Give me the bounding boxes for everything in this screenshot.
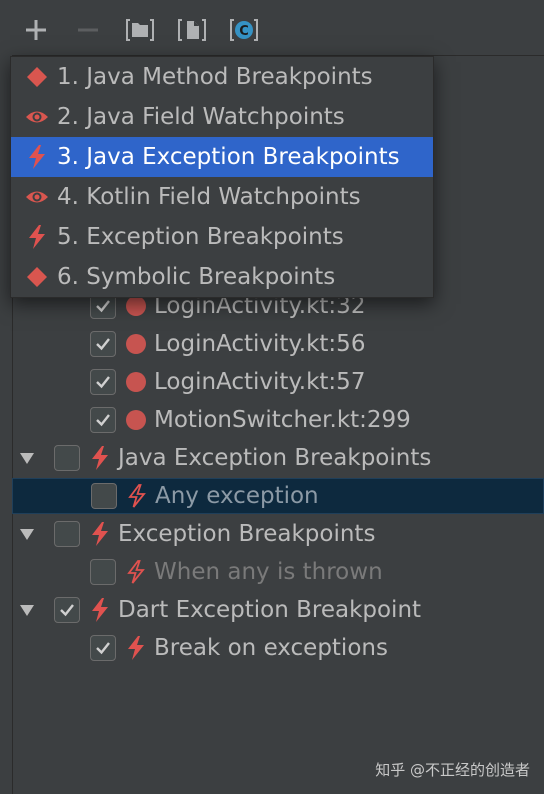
tree-row-break-on-exceptions[interactable]: Break on exceptions: [12, 630, 544, 666]
lightning-outline-icon: [125, 484, 149, 508]
group-label: Exception Breakpoints: [118, 521, 376, 547]
menu-item-label: 2. Java Field Watchpoints: [57, 104, 345, 130]
folder-icon[interactable]: [124, 14, 156, 46]
menu-item-java-field-watchpoints[interactable]: 2. Java Field Watchpoints: [11, 97, 433, 137]
menu-item-symbolic-breakpoints[interactable]: 6. Symbolic Breakpoints: [11, 257, 433, 297]
lightning-icon: [25, 225, 49, 249]
breakpoint-label: Break on exceptions: [154, 635, 388, 661]
eye-icon: [25, 185, 49, 209]
add-breakpoint-popup: 1. Java Method Breakpoints 2. Java Field…: [10, 56, 434, 298]
tree-row-any-exception[interactable]: Any exception: [12, 478, 544, 514]
menu-item-label: 6. Symbolic Breakpoints: [57, 264, 336, 290]
breakpoint-label: MotionSwitcher.kt:299: [154, 407, 411, 433]
breakpoints-window: C LoginActivity.kt:32 LoginActivity.kt:5…: [0, 0, 544, 794]
breakpoint-label: LoginActivity.kt:57: [154, 369, 366, 395]
lightning-icon: [25, 145, 49, 169]
checkbox[interactable]: [54, 521, 80, 547]
checkbox[interactable]: [91, 483, 117, 509]
expand-arrow-icon[interactable]: [18, 601, 36, 619]
watermark: 知乎 @不正经的创造者: [375, 761, 530, 779]
breakpoints-toolbar: C: [0, 0, 544, 56]
menu-item-label: 3. Java Exception Breakpoints: [57, 144, 400, 170]
remove-icon[interactable]: [72, 14, 104, 46]
tree-row-line-breakpoint[interactable]: LoginActivity.kt:57: [12, 364, 544, 400]
menu-item-java-exception-breakpoints[interactable]: 3. Java Exception Breakpoints: [11, 137, 433, 177]
breakpoint-dot-icon: [124, 408, 148, 432]
svg-text:C: C: [239, 24, 249, 39]
menu-item-java-method-breakpoints[interactable]: 1. Java Method Breakpoints: [11, 57, 433, 97]
breakpoint-label: LoginActivity.kt:56: [154, 331, 366, 357]
breakpoint-label: When any is thrown: [154, 559, 383, 585]
menu-item-label: 1. Java Method Breakpoints: [57, 64, 373, 90]
checkbox[interactable]: [54, 597, 80, 623]
checkbox[interactable]: [54, 445, 80, 471]
lightning-icon: [88, 522, 112, 546]
tree-row-line-breakpoint[interactable]: LoginActivity.kt:56: [12, 326, 544, 362]
menu-item-exception-breakpoints[interactable]: 5. Exception Breakpoints: [11, 217, 433, 257]
group-label: Dart Exception Breakpoint: [118, 597, 422, 623]
checkbox[interactable]: [90, 635, 116, 661]
lightning-outline-icon: [124, 560, 148, 584]
tree-row-line-breakpoint[interactable]: MotionSwitcher.kt:299: [12, 402, 544, 438]
breakpoint-label: Any exception: [155, 483, 319, 509]
checkbox[interactable]: [90, 331, 116, 357]
lightning-icon: [88, 598, 112, 622]
tree-row-exception-group[interactable]: Exception Breakpoints: [12, 516, 544, 552]
tree-row-when-any-thrown[interactable]: When any is thrown: [12, 554, 544, 590]
checkbox[interactable]: [90, 559, 116, 585]
tree-row-java-exception-group[interactable]: Java Exception Breakpoints: [12, 440, 544, 476]
add-icon[interactable]: [20, 14, 52, 46]
menu-item-kotlin-field-watchpoints[interactable]: 4. Kotlin Field Watchpoints: [11, 177, 433, 217]
menu-item-label: 5. Exception Breakpoints: [57, 224, 344, 250]
lightning-icon: [88, 446, 112, 470]
breakpoint-dot-icon: [124, 332, 148, 356]
diamond-icon: [25, 265, 49, 289]
group-label: Java Exception Breakpoints: [118, 445, 432, 471]
tree-row-dart-group[interactable]: Dart Exception Breakpoint: [12, 592, 544, 628]
breakpoint-dot-icon: [124, 370, 148, 394]
menu-item-label: 4. Kotlin Field Watchpoints: [57, 184, 361, 210]
eye-icon: [25, 105, 49, 129]
diamond-icon: [25, 65, 49, 89]
class-icon[interactable]: C: [228, 14, 260, 46]
expand-arrow-icon[interactable]: [18, 525, 36, 543]
expand-arrow-icon[interactable]: [18, 449, 36, 467]
checkbox[interactable]: [90, 369, 116, 395]
checkbox[interactable]: [90, 407, 116, 433]
file-icon[interactable]: [176, 14, 208, 46]
lightning-icon: [124, 636, 148, 660]
